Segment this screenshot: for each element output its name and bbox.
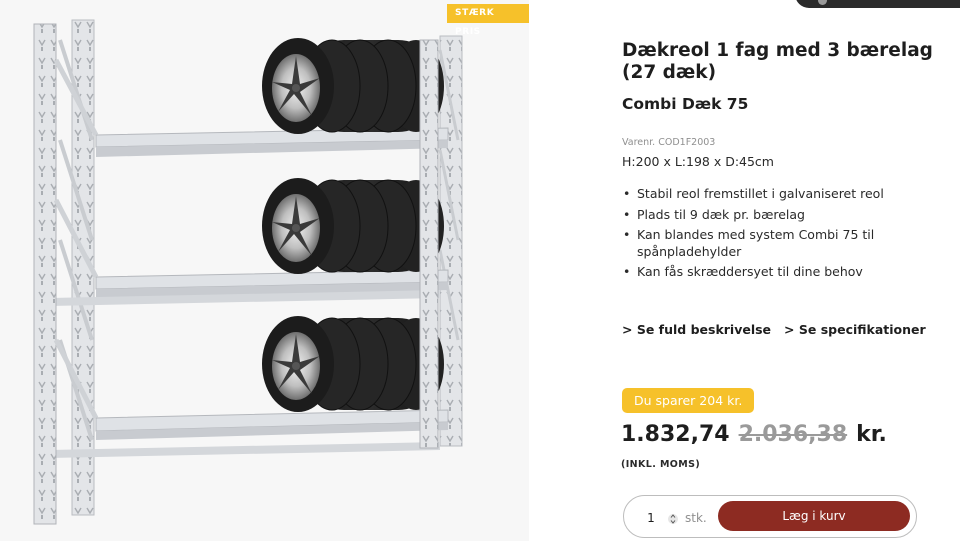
tire-stack-bottom [262, 316, 444, 412]
detail-links: > Se fuld beskrivelse > Se specifikation… [622, 322, 926, 337]
tire-stack-middle [262, 178, 444, 274]
feature-item: Kan blandes med system Combi 75 til spån… [622, 227, 922, 260]
quantity-input[interactable]: 1 [645, 511, 657, 525]
specifications-link[interactable]: > Se specifikationer [784, 322, 926, 337]
quantity-stepper-icon[interactable] [668, 510, 678, 528]
product-image-tire-rack [33, 19, 463, 525]
currency-label: kr. [856, 422, 887, 447]
product-title: Dækreol 1 fag med 3 bærelag (27 dæk) [622, 40, 933, 83]
feature-list: Stabil reol fremstillet i galvaniseret r… [622, 186, 922, 285]
feature-item: Stabil reol fremstillet i galvaniseret r… [622, 186, 922, 203]
full-description-link[interactable]: > Se fuld beskrivelse [622, 322, 771, 337]
price-row: 1.832,74 2.036,38 kr. [621, 422, 887, 447]
feature-item: Plads til 9 dæk pr. bærelag [622, 207, 922, 224]
product-info: Dækreol 1 fag med 3 bærelag (27 dæk) Com… [622, 40, 942, 113]
add-to-cart-button[interactable]: Læg i kurv [718, 501, 910, 531]
feature-item: Kan fås skræddersyet til dine behov [622, 264, 922, 281]
strong-price-badge: STÆRK PRIS [447, 4, 529, 37]
vat-note: (INKL. MOMS) [621, 459, 701, 470]
product-image-panel: STÆRK PRIS [0, 0, 529, 541]
product-sku: Varenr. COD1F2003 [622, 137, 716, 148]
tire-stack-top [262, 38, 444, 134]
product-subtitle: Combi Dæk 75 [622, 95, 749, 113]
savings-badge: Du sparer 204 kr. [622, 388, 755, 413]
quantity-unit: stk. [685, 511, 707, 525]
original-price: 2.036,38 [738, 422, 848, 447]
current-price: 1.832,74 [621, 422, 730, 447]
product-dimensions: H:200 x L:198 x D:45cm [622, 154, 774, 169]
